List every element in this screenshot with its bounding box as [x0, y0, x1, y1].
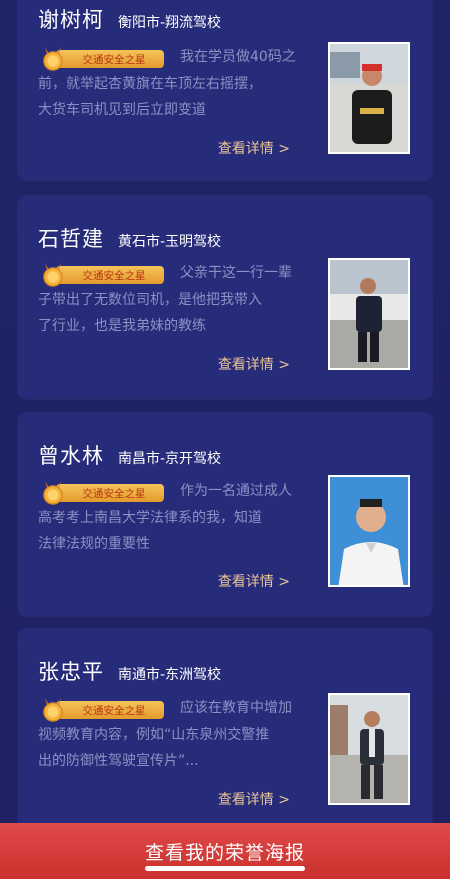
coach-name: 张忠平	[38, 660, 104, 684]
view-details-link[interactable]: 查看详情 >	[218, 789, 290, 809]
coach-name: 石哲建	[38, 227, 104, 251]
coach-school: 黄石市-玉明驾校	[118, 234, 222, 250]
medal-icon	[43, 698, 63, 722]
coach-photo	[328, 475, 410, 587]
home-indicator[interactable]	[145, 866, 305, 871]
view-details-link[interactable]: 查看详情 >	[218, 354, 290, 374]
story-line: 视频教育内容，例如“山东泉州交警推	[38, 726, 270, 743]
story-line: 应该在教育中增加	[180, 700, 292, 716]
coach-photo	[328, 258, 410, 370]
coach-school: 南昌市-京开驾校	[118, 451, 222, 467]
coach-photo-image	[330, 260, 408, 368]
coach-header: 石哲建 黄石市-玉明驾校	[38, 223, 221, 253]
honor-list-page: 谢树柯 衡阳市-翔流驾校 交通安全之星 我在学员做40码之 前，就举起杏黄旗在车…	[0, 0, 450, 879]
coach-card: 曾水林 南昌市-京开驾校 交通安全之星 作为一名通过成人 高考考上南昌大学法律系…	[18, 413, 432, 616]
story-line: 我在学员做40码之	[180, 49, 296, 65]
story-line: 前，就举起杏黄旗在车顶左右摇摆，	[38, 75, 262, 92]
medal-icon	[43, 481, 63, 505]
coach-story: 作为一名通过成人 高考考上南昌大学法律系的我，知道 法律法规的重要性	[38, 478, 310, 558]
coach-photo	[328, 42, 410, 154]
coach-card: 张忠平 南通市-东洲驾校 交通安全之星 应该在教育中增加 视频教育内容，例如“山…	[18, 629, 432, 832]
coach-name: 谢树柯	[38, 8, 104, 32]
story-line: 父亲干这一行一辈	[180, 265, 292, 281]
story-line: 了行业，也是我弟妹的教练	[38, 318, 206, 334]
medal-icon	[43, 47, 63, 71]
coach-header: 谢树柯 衡阳市-翔流驾校	[38, 4, 221, 34]
coach-header: 曾水林 南昌市-京开驾校	[38, 440, 221, 470]
coach-photo-image	[330, 44, 408, 152]
coach-card: 石哲建 黄石市-玉明驾校 交通安全之星 父亲干这一行一辈 子带出了无数位司机，是…	[18, 196, 432, 399]
coach-header: 张忠平 南通市-东洲驾校	[38, 656, 221, 686]
story-line: 高考考上南昌大学法律系的我，知道	[38, 509, 262, 526]
cta-label: 查看我的荣誉海报	[144, 841, 305, 864]
view-details-link[interactable]: 查看详情 >	[218, 571, 290, 591]
medal-icon	[43, 263, 63, 287]
coach-photo-image	[330, 477, 408, 585]
coach-photo-image	[330, 695, 408, 803]
coach-name: 曾水林	[38, 444, 104, 468]
coach-card: 谢树柯 衡阳市-翔流驾校 交通安全之星 我在学员做40码之 前，就举起杏黄旗在车…	[18, 0, 432, 180]
view-details-link[interactable]: 查看详情 >	[218, 138, 290, 158]
coach-story: 我在学员做40码之 前，就举起杏黄旗在车顶左右摇摆， 大货车司机见到后立即变道	[38, 44, 310, 124]
story-line: 大货车司机见到后立即变道	[38, 102, 206, 118]
story-line: 出的防御性驾驶宣传片”...	[38, 753, 199, 769]
story-line: 法律法规的重要性	[38, 536, 150, 552]
coach-school: 南通市-东洲驾校	[118, 667, 222, 683]
coach-school: 衡阳市-翔流驾校	[118, 15, 222, 31]
coach-story: 父亲干这一行一辈 子带出了无数位司机，是他把我带入 了行业，也是我弟妹的教练	[38, 260, 310, 340]
story-line: 作为一名通过成人	[180, 483, 292, 499]
coach-photo	[328, 693, 410, 805]
coach-story: 应该在教育中增加 视频教育内容，例如“山东泉州交警推 出的防御性驾驶宣传片”..…	[38, 695, 310, 775]
story-line: 子带出了无数位司机，是他把我带入	[38, 291, 262, 308]
